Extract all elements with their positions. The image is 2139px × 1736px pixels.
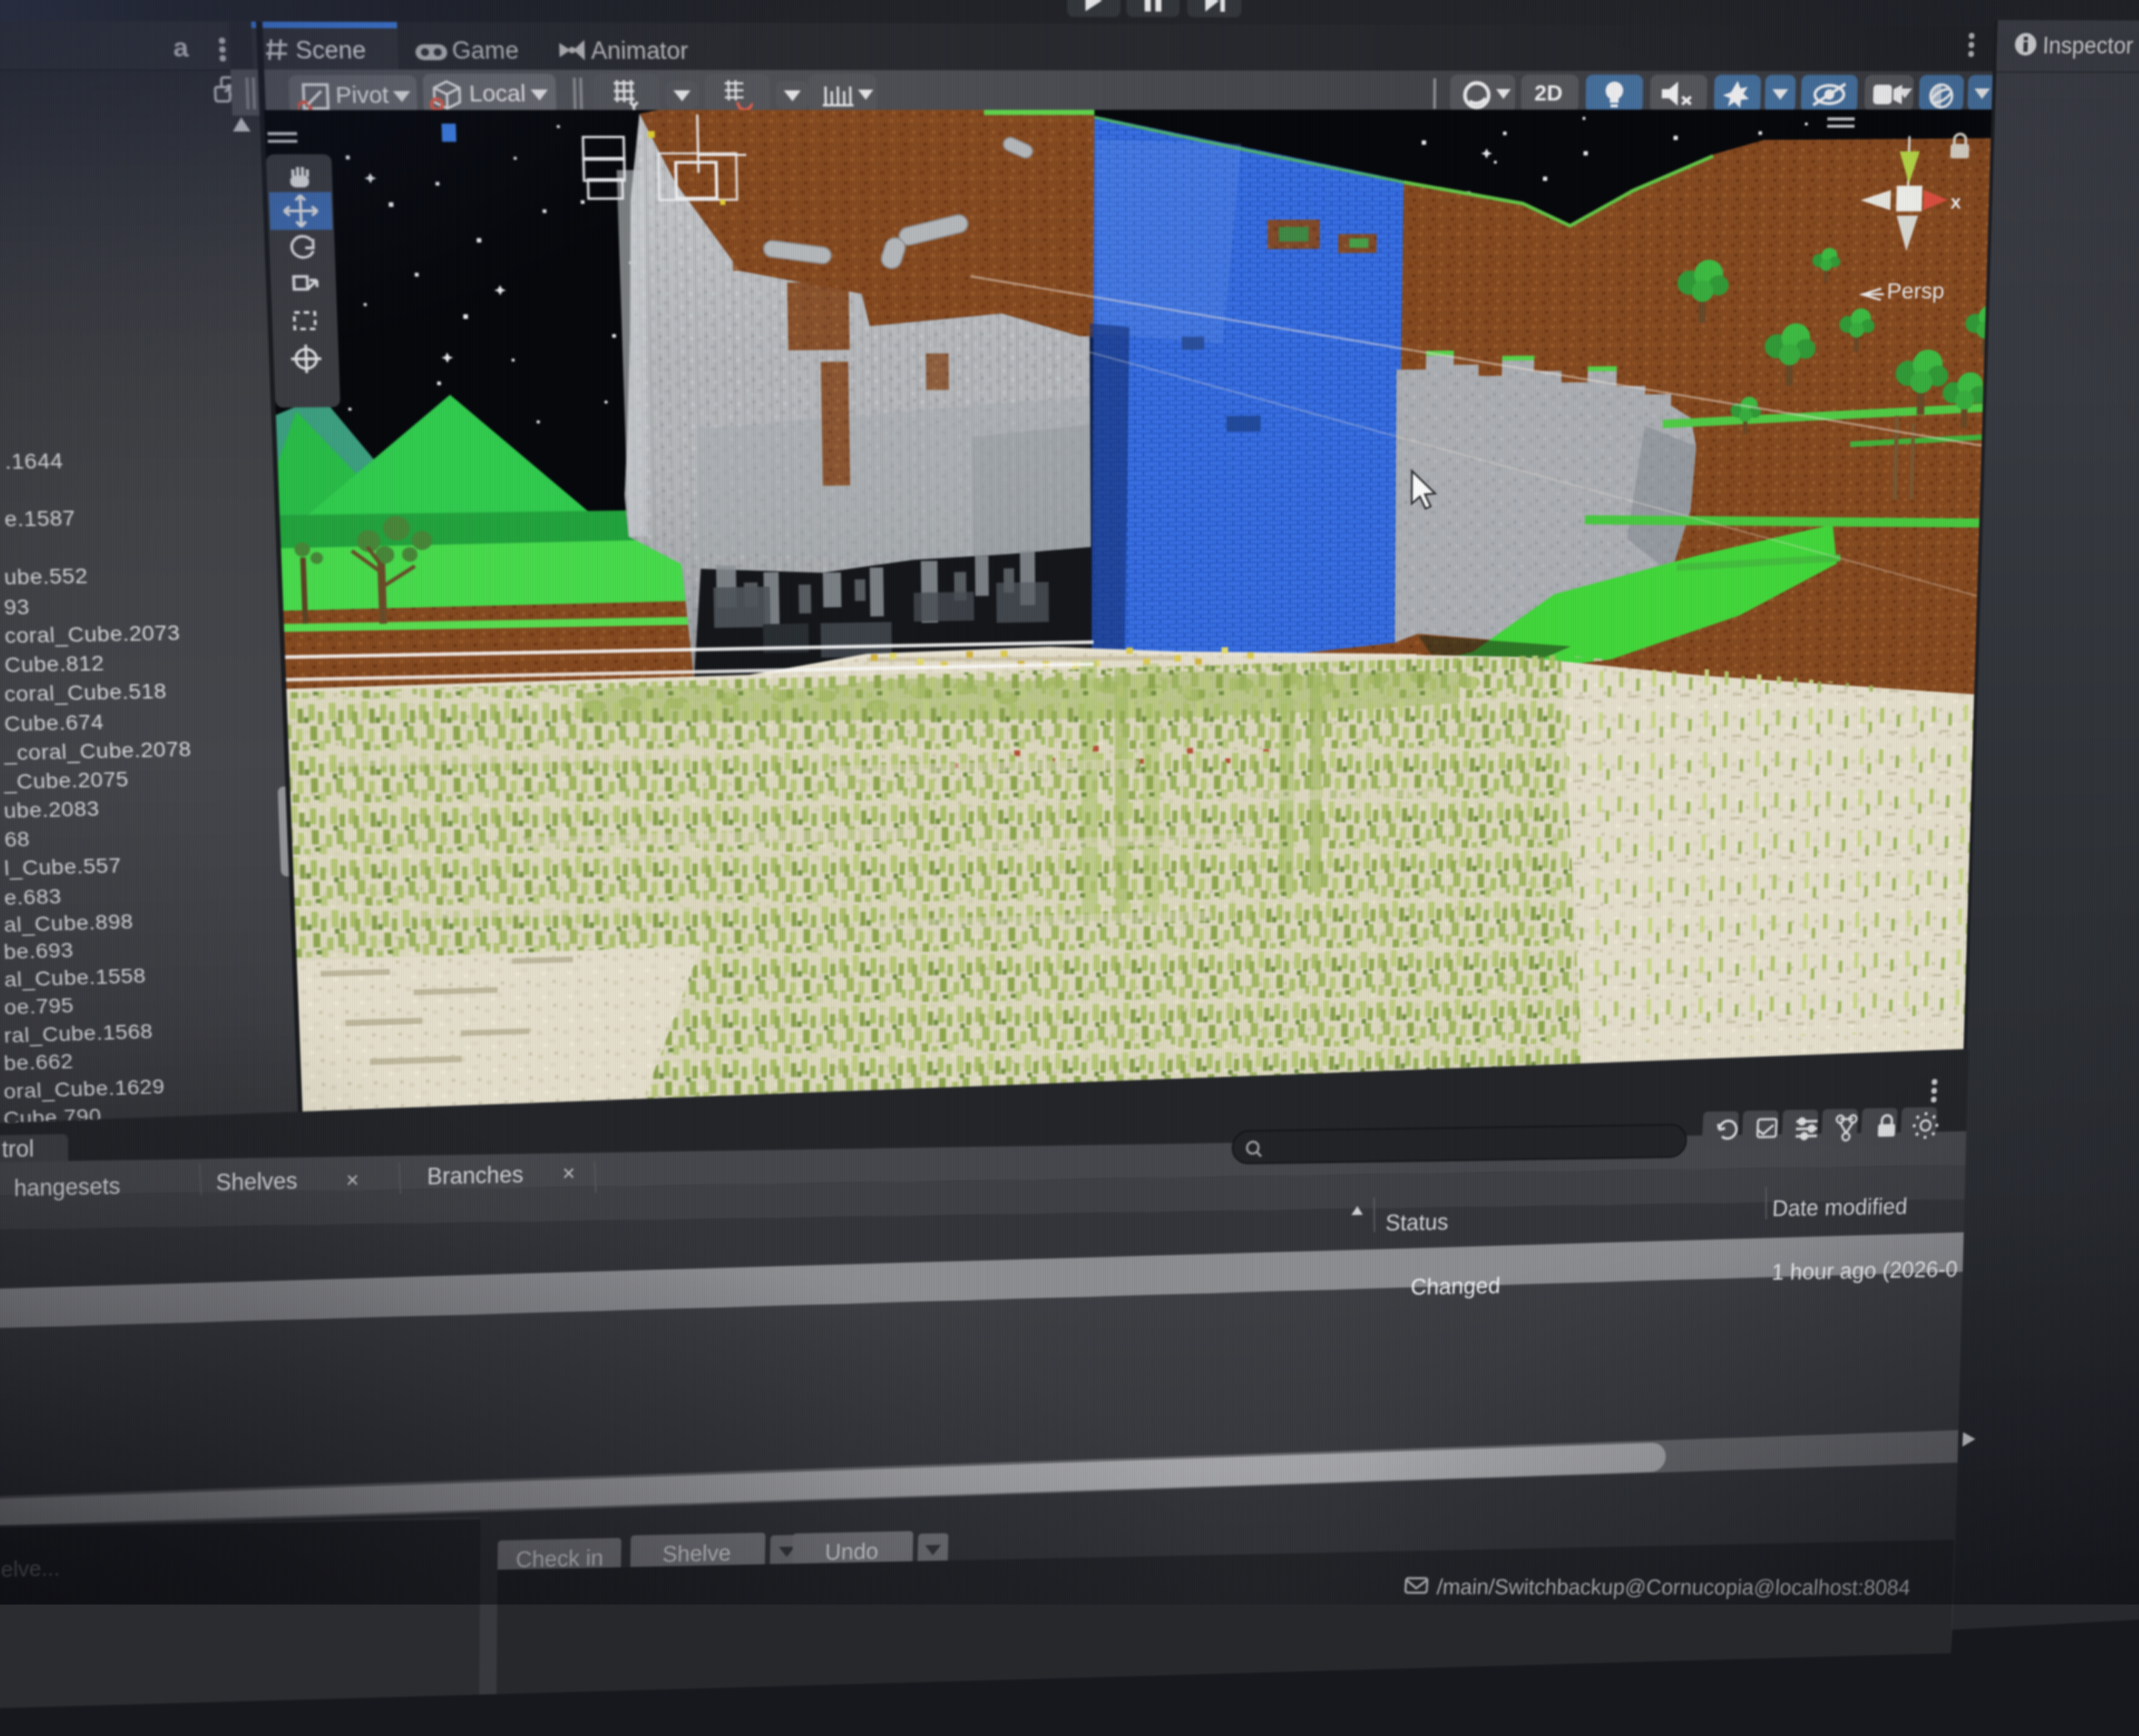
svg-text:hangesets: hangesets	[14, 1172, 120, 1201]
svg-text:Shelve: Shelve	[662, 1540, 732, 1567]
svg-text:Branches: Branches	[427, 1161, 524, 1189]
svg-text:elve...: elve...	[1, 1555, 60, 1582]
svg-text:Undo: Undo	[824, 1538, 879, 1564]
svg-text:/main/Switchbackup@Cornucopia@: /main/Switchbackup@Cornucopia@localhost:…	[1436, 1574, 1912, 1599]
svg-text:Status: Status	[1385, 1209, 1449, 1235]
svg-text:1 hour ago (2026-0: 1 hour ago (2026-0	[1771, 1256, 1959, 1285]
svg-text:×: ×	[346, 1167, 359, 1193]
svg-text:Changed: Changed	[1410, 1272, 1501, 1300]
svg-text:Date modified: Date modified	[1771, 1193, 1908, 1221]
svg-text:Shelves: Shelves	[216, 1167, 298, 1195]
svg-text:×: ×	[562, 1160, 576, 1186]
svg-text:trol: trol	[1, 1135, 33, 1162]
